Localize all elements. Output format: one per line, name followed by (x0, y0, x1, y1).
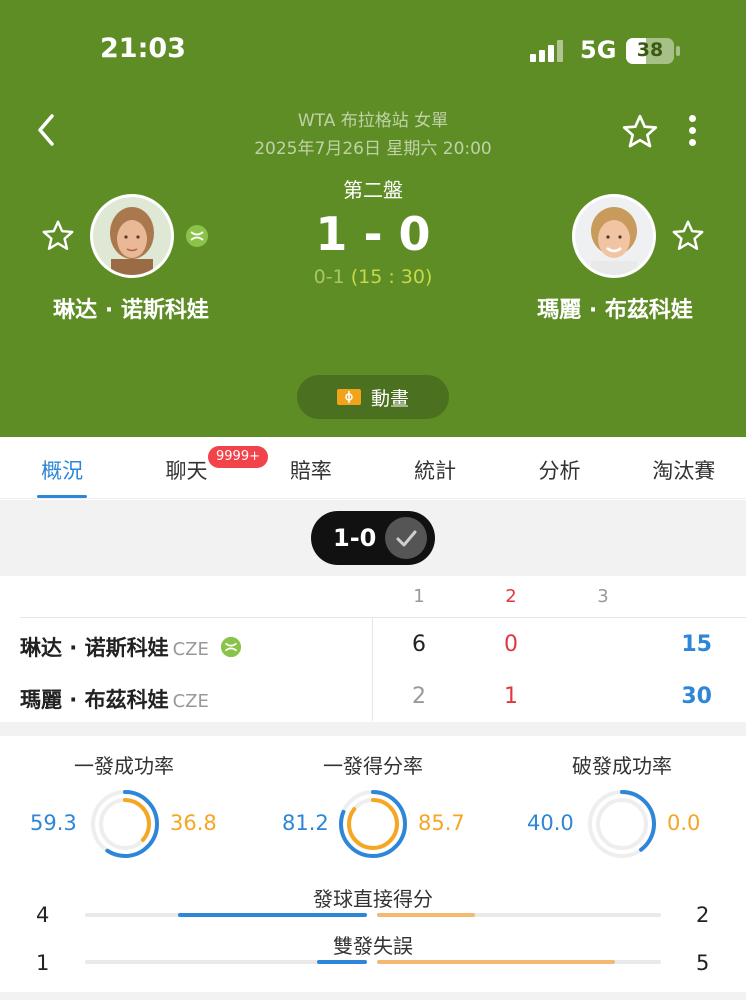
favorite-star-icon[interactable] (620, 112, 660, 152)
chat-badge: 9999+ (208, 446, 268, 468)
tab-knockout[interactable]: 淘汰賽 (622, 437, 746, 498)
player2-favorite-icon[interactable] (670, 218, 706, 254)
bar1-title: 發球直接得分 (313, 887, 433, 911)
bar1-fill-left (178, 913, 367, 917)
player2-points: 30 (681, 684, 712, 709)
player2-name[interactable]: 瑪麗 · 布茲科娃 (504, 292, 726, 324)
bar2-fill-right (377, 960, 615, 964)
column-divider (372, 618, 373, 721)
stat2-ring (339, 790, 407, 858)
pitch-icon (336, 389, 361, 405)
scoreboard-player1[interactable]: 琳达 · 诺斯科娃 CZE (20, 632, 242, 662)
divider (20, 617, 746, 618)
player1-favorite-icon[interactable] (40, 218, 76, 254)
scoreboard-player2[interactable]: 瑪麗 · 布茲科娃 CZE (20, 684, 209, 714)
series-pill[interactable]: 1-0 (311, 511, 435, 565)
player2-country: CZE (172, 691, 209, 712)
player2-set1: 2 (412, 684, 426, 709)
match-header: 21:03 5G 38 WTA 布拉格站 女單 2025年7月26日 星期六 2… (0, 0, 746, 437)
check-icon (385, 517, 427, 559)
bar1-left: 4 (36, 903, 50, 927)
scoreboard-player1-name: 琳达 · 诺斯科娃 (20, 636, 169, 660)
bottom-separator (0, 992, 746, 1000)
player1-country: CZE (172, 639, 209, 660)
player1-name[interactable]: 琳达 · 诺斯科娃 (20, 292, 242, 324)
battery-level: 38 (636, 39, 664, 61)
section-separator (0, 722, 746, 736)
bar1-right: 2 (696, 903, 710, 927)
battery-cap (676, 46, 680, 56)
stat1-right: 36.8 (170, 811, 217, 835)
series-score: 1-0 (333, 524, 377, 552)
tab-odds[interactable]: 賠率 (249, 437, 373, 498)
player1-set2: 0 (504, 632, 518, 657)
bar2-title: 雙發失誤 (333, 934, 413, 958)
player1-avatar[interactable] (90, 194, 174, 278)
more-options-icon[interactable] (680, 112, 704, 152)
bar2-right: 5 (696, 951, 710, 975)
tab-analysis[interactable]: 分析 (497, 437, 621, 498)
player1-set1: 6 (412, 632, 426, 657)
set-header-3: 3 (597, 586, 609, 607)
tab-bar: 概況 聊天 賠率 統計 分析 淘汰賽 (0, 437, 746, 499)
serving-ball-icon (185, 224, 209, 248)
game-points: (15 : 30) (350, 266, 433, 288)
player1-points: 15 (681, 632, 712, 657)
battery-icon: 38 (626, 38, 674, 64)
tab-overview[interactable]: 概況 (0, 437, 124, 498)
status-time: 21:03 (100, 33, 186, 64)
stat1-left: 59.3 (30, 811, 77, 835)
scoreboard-player2-name: 瑪麗 · 布茲科娃 (20, 688, 169, 712)
player2-set2: 1 (504, 684, 518, 709)
stat1-ring (91, 790, 159, 858)
set-header-2: 2 (505, 586, 517, 607)
bar2-fill-left (317, 960, 367, 964)
bar1-fill-right (377, 913, 475, 917)
stat-title-break-points: 破發成功率 (572, 754, 672, 778)
stat3-left: 40.0 (527, 811, 574, 835)
stat3-ring (588, 790, 656, 858)
stat2-right: 85.7 (418, 811, 465, 835)
stat-title-first-serve: 一發成功率 (74, 754, 174, 778)
serving-ball-icon (221, 636, 242, 658)
bar2-left: 1 (36, 951, 50, 975)
signal-icon (530, 40, 566, 62)
player2-avatar[interactable] (572, 194, 656, 278)
network-label: 5G (580, 36, 617, 64)
game-count: 0-1 (313, 266, 345, 288)
tab-stats[interactable]: 統計 (373, 437, 497, 498)
stat2-left: 81.2 (282, 811, 329, 835)
stat-title-first-serve-won: 一發得分率 (323, 754, 423, 778)
set-header-1: 1 (413, 586, 425, 607)
stat3-right: 0.0 (667, 811, 701, 835)
animation-button[interactable]: 動畫 (297, 375, 449, 419)
animation-label: 動畫 (370, 387, 409, 410)
